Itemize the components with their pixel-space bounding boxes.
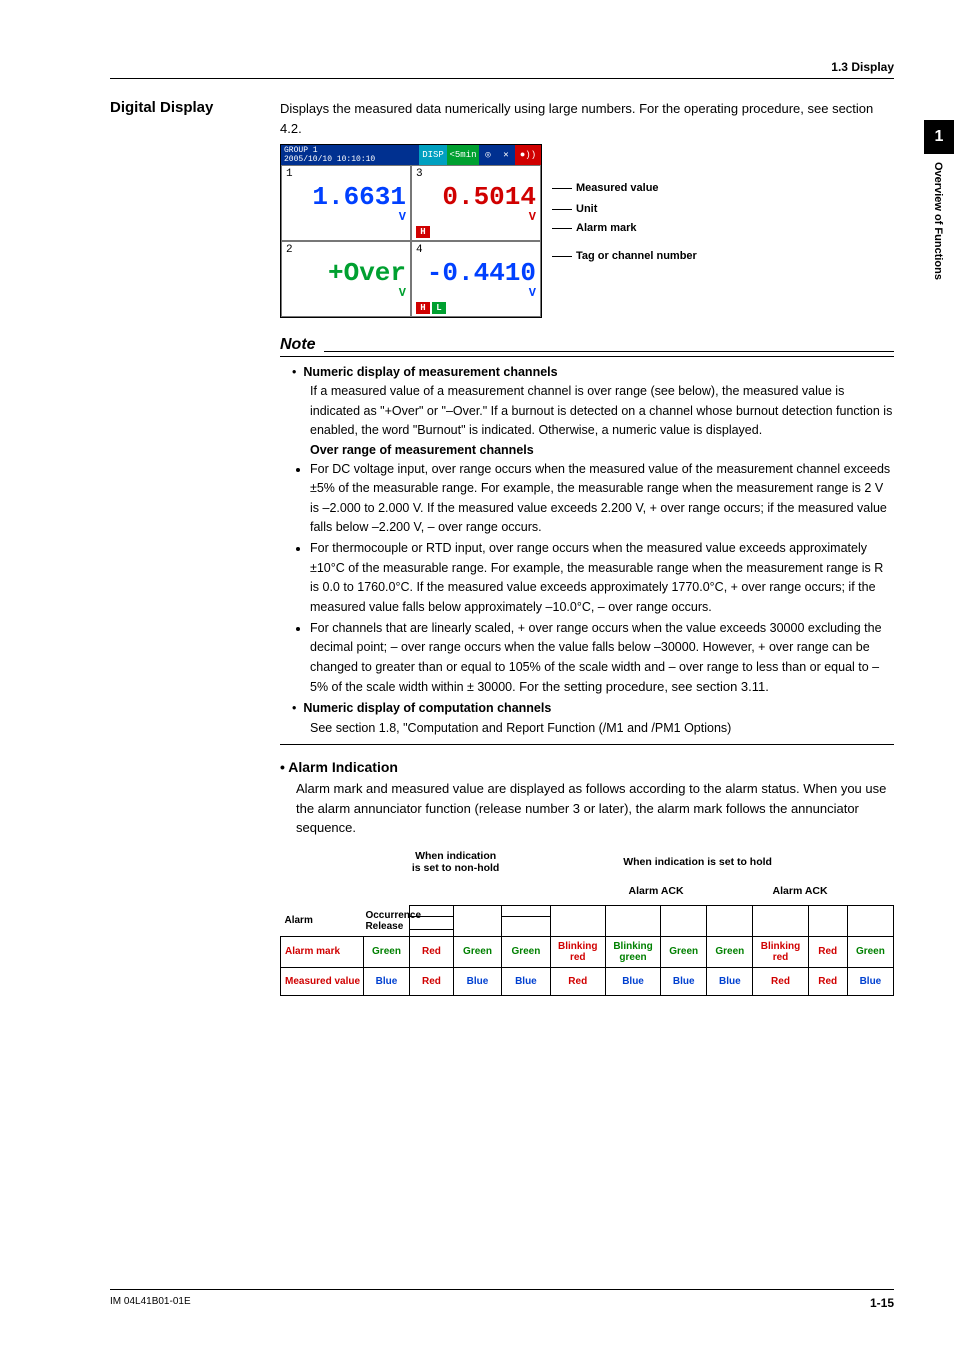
alarm-mark-cell: Blinking red	[550, 936, 605, 967]
measured-value-cell: Blue	[502, 967, 550, 995]
note-h2: Over range of measurement channels	[292, 441, 894, 460]
display-cell: 30.5014VH	[411, 165, 541, 241]
note-title-text: Note	[280, 336, 316, 354]
measured-value-cell: Blue	[707, 967, 753, 995]
note-bullet-1: For DC voltage input, over range occurs …	[310, 460, 894, 538]
callout-measured: Measured value	[576, 182, 659, 195]
row-value-label: Measured value	[281, 967, 364, 995]
row-alarm-label: Alarm	[281, 906, 364, 937]
alarm-mark-cell: Red	[410, 936, 454, 967]
note-bullet-3: For channels that are linearly scaled, +…	[310, 619, 894, 698]
row-mark-label: Alarm mark	[281, 936, 364, 967]
measured-value-cell: Blue	[363, 967, 409, 995]
screen-mock: GROUP 1 2005/10/10 10:10:10 DISP <5min ◎…	[280, 144, 542, 318]
status-bar: GROUP 1 2005/10/10 10:10:10 DISP <5min ◎…	[281, 145, 541, 165]
callout-tag: Tag or channel number	[576, 250, 697, 263]
note-h3: Numeric display of computation channels	[303, 701, 551, 715]
note-h1: Numeric display of measurement channels	[303, 365, 557, 379]
section-title: Digital Display	[110, 99, 280, 996]
hdr-ack1: Alarm ACK	[605, 878, 706, 906]
alarm-mark-cell: Green	[502, 936, 550, 967]
alarm-mark-cell: Green	[707, 936, 753, 967]
measured-value-cell: Blue	[453, 967, 501, 995]
footer-page: 1-15	[870, 1296, 894, 1310]
status-mode: <5min	[447, 145, 479, 165]
page-footer: IM 04L41B01-01E 1-15	[110, 1289, 894, 1310]
alarm-release: Release	[365, 921, 403, 932]
digital-display-figure: GROUP 1 2005/10/10 10:10:10 DISP <5min ◎…	[280, 144, 894, 318]
status-disp: DISP	[419, 145, 447, 165]
display-cell: 11.6631V	[281, 165, 411, 241]
alarm-mark-cell: Red	[808, 936, 847, 967]
measured-value-cell: Red	[753, 967, 808, 995]
display-cell: 4-0.4410VHL	[411, 241, 541, 317]
note-body: • Numeric display of measurement channel…	[280, 363, 894, 738]
measured-value-cell: Blue	[847, 967, 893, 995]
note-bullet-2: For thermocouple or RTD input, over rang…	[310, 539, 894, 617]
note-p3: See section 1.8, "Computation and Report…	[292, 719, 894, 738]
alarm-mark-cell: Blinking green	[605, 936, 660, 967]
status-icon-b: ✕	[497, 145, 515, 165]
hdr-nonhold: When indication is set to non-hold	[410, 846, 502, 878]
figure-callouts: Measured value Unit Alarm mark Tag or ch…	[552, 144, 697, 263]
measured-value-cell: Red	[808, 967, 847, 995]
alarm-mark-cell: Green	[847, 936, 893, 967]
alarm-mark-cell: Green	[453, 936, 501, 967]
chapter-title: Overview of Functions	[924, 154, 944, 314]
measured-value-cell: Blue	[605, 967, 660, 995]
callout-unit: Unit	[576, 203, 597, 216]
measured-value-cell: Red	[550, 967, 605, 995]
measured-value-cell: Red	[410, 967, 454, 995]
alarm-para: Alarm mark and measured value are displa…	[280, 779, 894, 838]
chapter-tab: 1 Overview of Functions	[924, 120, 954, 314]
status-icon-a: ◎	[479, 145, 497, 165]
alarm-table: When indication is set to non-hold When …	[280, 846, 894, 996]
status-datetime: 2005/10/10 10:10:10	[284, 155, 416, 164]
status-rec: ●))	[515, 145, 541, 165]
section-intro: Displays the measured data numerically u…	[280, 99, 894, 138]
page-header: 1.3 Display	[110, 60, 894, 79]
hdr-hold: When indication is set to hold	[502, 846, 894, 878]
hdr-ack2: Alarm ACK	[753, 878, 847, 906]
alarm-mark-cell: Green	[661, 936, 707, 967]
callout-alarm: Alarm mark	[576, 222, 637, 235]
alarm-mark-cell: Blinking red	[753, 936, 808, 967]
alarm-heading: • Alarm Indication	[280, 759, 894, 775]
display-cell: 2+OverV	[281, 241, 411, 317]
note-heading: Note	[280, 336, 894, 357]
alarm-mark-cell: Green	[363, 936, 409, 967]
footer-doc: IM 04L41B01-01E	[110, 1296, 191, 1310]
status-group: GROUP 1	[284, 146, 416, 155]
chapter-number: 1	[924, 120, 954, 154]
note-p1: If a measured value of a measurement cha…	[292, 382, 894, 440]
measured-value-cell: Blue	[661, 967, 707, 995]
